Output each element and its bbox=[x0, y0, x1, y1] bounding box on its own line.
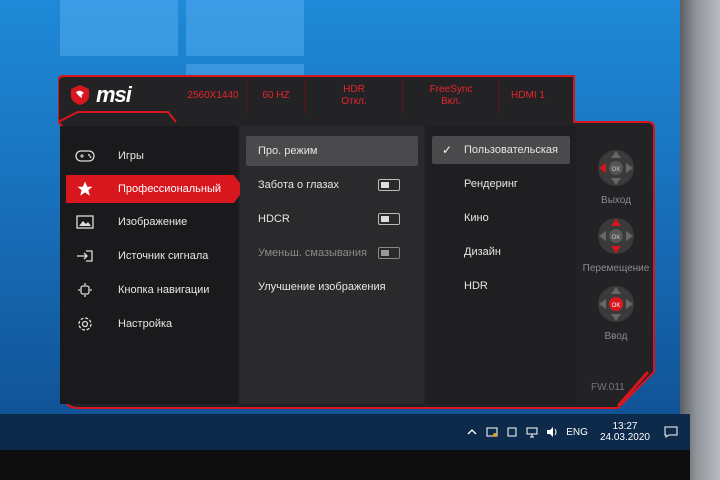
star-icon bbox=[74, 181, 96, 197]
nav-hint-label: Ввод bbox=[604, 331, 628, 342]
menu-item-image[interactable]: Изображение bbox=[66, 208, 234, 236]
svg-text:OK: OK bbox=[612, 303, 621, 309]
sub-item-mprt: Уменьш. смазывания bbox=[246, 238, 418, 268]
joystick-updown-icon: OK bbox=[598, 218, 634, 254]
menu-label: Настройка bbox=[118, 318, 173, 330]
hdcr-toggle[interactable] bbox=[378, 213, 400, 225]
status-freesync: FreeSync Вкл. bbox=[402, 78, 499, 114]
menu-item-navigation-key[interactable]: Кнопка навигации bbox=[66, 276, 234, 304]
volume-icon[interactable] bbox=[546, 426, 558, 438]
notification-icon[interactable] bbox=[664, 426, 678, 438]
status-resolution: 2560X1440 bbox=[187, 90, 239, 101]
status-refresh-rate: 60 HZ bbox=[246, 78, 305, 114]
monitor-bezel bbox=[0, 450, 690, 480]
osd-menu: msi 2560X1440 60 HZ HDR Откл. FreeSync Вкл… bbox=[58, 72, 656, 412]
option-label: Кино bbox=[464, 212, 489, 224]
chevron-up-icon[interactable] bbox=[466, 426, 478, 438]
menu-label: Профессиональный bbox=[118, 183, 222, 195]
input-source-icon bbox=[74, 248, 96, 264]
sub-item-hdcr[interactable]: HDCR bbox=[246, 204, 418, 234]
eye-saver-toggle[interactable] bbox=[378, 179, 400, 191]
joystick-left-icon: OK bbox=[598, 150, 634, 186]
sub-item-label: Уменьш. смазывания bbox=[258, 247, 367, 259]
menu-label: Игры bbox=[118, 150, 144, 162]
options-list: ✓ Пользовательская Рендеринг Кино Дизайн… bbox=[426, 126, 576, 404]
menu-label: Источник сигнала bbox=[118, 250, 209, 262]
msi-logo: msi bbox=[70, 82, 132, 108]
sub-item-label: HDCR bbox=[258, 213, 290, 225]
option-user[interactable]: ✓ Пользовательская bbox=[432, 136, 570, 164]
brand-name: msi bbox=[96, 82, 132, 107]
nav-hint-enter: OK Ввод bbox=[578, 284, 654, 342]
gamepad-icon bbox=[74, 148, 96, 164]
option-label: Пользовательская bbox=[464, 144, 559, 156]
clock[interactable]: 13:27 24.03.2020 bbox=[600, 421, 650, 443]
image-icon bbox=[74, 214, 96, 230]
status-bar: 2560X1440 60 HZ HDR Откл. FreeSync Вкл. HD… bbox=[180, 78, 556, 114]
menu-item-professional[interactable]: Профессиональный bbox=[66, 175, 244, 203]
status-hdr: HDR Откл. bbox=[305, 78, 402, 114]
option-label: Рендеринг bbox=[464, 178, 518, 190]
option-label: Дизайн bbox=[464, 246, 501, 258]
checkmark-icon: ✓ bbox=[442, 143, 453, 157]
nav-hint-move: OK Перемещение bbox=[578, 216, 654, 274]
wall-background bbox=[680, 0, 720, 480]
system-tray: ENG 13:27 24.03.2020 bbox=[466, 421, 678, 443]
gear-icon bbox=[74, 316, 96, 332]
option-hdr[interactable]: HDR bbox=[432, 272, 570, 300]
status-input: HDMI 1 bbox=[499, 78, 556, 114]
sub-item-label: Забота о глазах bbox=[258, 179, 340, 191]
sub-item-pro-mode[interactable]: Про. режим bbox=[246, 136, 418, 166]
network-icon[interactable] bbox=[526, 426, 538, 438]
sub-item-image-enhancement[interactable]: Улучшение изображения bbox=[246, 272, 418, 302]
clock-time: 13:27 bbox=[612, 421, 638, 432]
firmware-version: FW.011 bbox=[591, 382, 625, 393]
svg-text:OK: OK bbox=[612, 167, 621, 173]
sub-item-label: Улучшение изображения bbox=[258, 281, 386, 293]
security-icon[interactable] bbox=[486, 426, 498, 438]
navigation-key-icon bbox=[74, 282, 96, 298]
menu-item-input-source[interactable]: Источник сигнала bbox=[66, 242, 234, 270]
option-label: HDR bbox=[464, 280, 488, 292]
sub-item-label: Про. режим bbox=[258, 145, 318, 157]
option-cinema[interactable]: Кино bbox=[432, 204, 570, 232]
option-design[interactable]: Дизайн bbox=[432, 238, 570, 266]
menu-label: Кнопка навигации bbox=[118, 284, 210, 296]
navigation-hints: OK Выход OK Перемещение OK Ввод bbox=[578, 126, 654, 404]
menu-item-settings[interactable]: Настройка bbox=[66, 310, 234, 338]
menu-label: Изображение bbox=[118, 216, 188, 228]
main-menu: Игры Профессиональный Изображение Источн… bbox=[60, 126, 244, 404]
sub-item-eye-saver[interactable]: Забота о глазах bbox=[246, 170, 418, 200]
nav-hint-exit: OK Выход bbox=[578, 148, 654, 206]
nav-hint-label: Перемещение bbox=[582, 263, 650, 274]
nav-hint-label: Выход bbox=[601, 195, 631, 206]
clock-date: 24.03.2020 bbox=[599, 432, 650, 443]
option-rendering[interactable]: Рендеринг bbox=[432, 170, 570, 198]
language-indicator[interactable]: ENG bbox=[566, 427, 588, 438]
dragon-shield-icon bbox=[71, 85, 89, 105]
sub-menu: Про. режим Забота о глазах HDCR Уменьш. … bbox=[240, 126, 424, 404]
menu-item-games[interactable]: Игры bbox=[66, 142, 234, 170]
mprt-toggle bbox=[378, 247, 400, 259]
joystick-center-icon: OK bbox=[598, 286, 634, 322]
taskbar: ENG 13:27 24.03.2020 bbox=[0, 414, 690, 450]
svg-text:OK: OK bbox=[612, 235, 621, 241]
taskbar-app-icon[interactable] bbox=[506, 426, 518, 438]
